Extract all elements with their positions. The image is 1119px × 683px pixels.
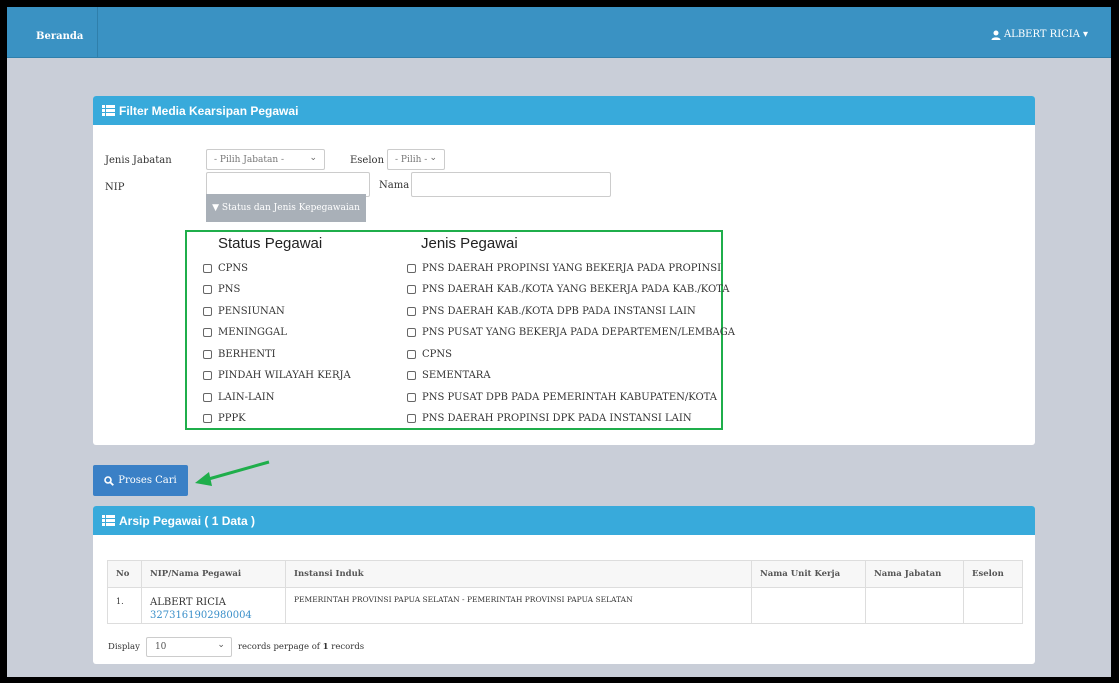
checkbox[interactable] [407, 350, 416, 359]
status-checkbox-berhenti[interactable]: BERHENTI [203, 349, 276, 360]
jenis-jabatan-select[interactable]: - Pilih Jabatan - ⌄ [206, 149, 325, 170]
user-icon [991, 30, 1001, 40]
checkbox[interactable] [203, 414, 212, 423]
checkbox[interactable] [407, 285, 416, 294]
checkbox[interactable] [407, 264, 416, 273]
status-pegawai-heading: Status Pegawai [218, 235, 323, 252]
arsip-panel-title: Arsip Pegawai ( 1 Data ) [119, 513, 256, 528]
arsip-table: No NIP/Nama Pegawai Instansi Induk Nama … [107, 560, 1023, 624]
status-kepegawaian-toggle-button[interactable]: ▼ Status dan Jenis Kepegawaian [206, 194, 366, 222]
jenis-checkbox-1[interactable]: PNS DAERAH PROPINSI YANG BEKERJA PADA PR… [407, 263, 721, 274]
status-checkbox-pns[interactable]: PNS [203, 284, 240, 295]
column-header-instansi-induk[interactable]: Instansi Induk [285, 560, 752, 588]
cell-eselon [963, 587, 1023, 624]
nama-label: Nama [379, 180, 410, 191]
arsip-panel: Arsip Pegawai ( 1 Data ) No NIP/Nama Peg… [93, 506, 1035, 664]
status-checkbox-pppk[interactable]: PPPK [203, 413, 246, 424]
nama-input[interactable] [411, 172, 611, 197]
records-info: records perpage of 1 records [237, 642, 365, 652]
column-header-nip-nama[interactable]: NIP/Nama Pegawai [141, 560, 286, 588]
cell-unit-kerja [751, 587, 866, 624]
chevron-down-icon: ⌄ [309, 153, 317, 163]
jenis-checkbox-7[interactable]: PNS PUSAT DPB PADA PEMERINTAH KABUPATEN/… [407, 392, 717, 403]
jenis-checkbox-5[interactable]: CPNS [407, 349, 452, 360]
checkbox[interactable] [203, 264, 212, 273]
eselon-label: Eselon [350, 155, 385, 166]
records-per-page-select[interactable]: 10 ⌄ [145, 637, 232, 657]
checkbox[interactable] [407, 371, 416, 380]
pagination-display: Display 10 ⌄ records perpage of 1 record… [108, 637, 364, 657]
top-navbar: Beranda ALBERT RICIA ▾ [7, 7, 1111, 58]
nip-label: NIP [105, 182, 125, 193]
search-icon [104, 475, 115, 486]
cell-nip-nama: ALBERT RICIA 3273161902980004 [141, 587, 286, 624]
nav-beranda-link[interactable]: Beranda [36, 31, 83, 42]
eselon-select[interactable]: - Pilih - ⌄ [387, 149, 445, 170]
cell-no: 1. [107, 587, 142, 624]
jenis-checkbox-6[interactable]: SEMENTARA [407, 370, 491, 381]
jenis-checkbox-3[interactable]: PNS DAERAH KAB./KOTA DPB PADA INSTANSI L… [407, 306, 696, 317]
column-header-no[interactable]: No [107, 560, 142, 588]
arsip-panel-header: Arsip Pegawai ( 1 Data ) [93, 506, 1035, 535]
jenis-jabatan-value: - Pilih Jabatan - [214, 154, 285, 165]
checkbox[interactable] [203, 285, 212, 294]
employee-name: ALBERT RICIA [150, 597, 227, 608]
column-header-eselon[interactable]: Eselon [963, 560, 1023, 588]
list-icon [102, 105, 115, 116]
checkbox[interactable] [407, 328, 416, 337]
checkbox[interactable] [203, 371, 212, 380]
jenis-jabatan-label: Jenis Jabatan [105, 155, 172, 166]
status-checkbox-lain-lain[interactable]: LAIN-LAIN [203, 392, 275, 403]
employee-nip-link[interactable]: 3273161902980004 [150, 610, 277, 621]
jenis-checkbox-4[interactable]: PNS PUSAT YANG BEKERJA PADA DEPARTEMEN/L… [407, 327, 735, 338]
checkbox[interactable] [407, 393, 416, 402]
cell-instansi: PEMERINTAH PROVINSI PAPUA SELATAN - PEME… [285, 587, 752, 624]
status-checkbox-pindah-wilayah-kerja[interactable]: PINDAH WILAYAH KERJA [203, 370, 351, 381]
checkbox[interactable] [203, 350, 212, 359]
table-header-row: No NIP/Nama Pegawai Instansi Induk Nama … [107, 560, 1023, 588]
annotation-arrow-icon [195, 460, 270, 486]
status-checkbox-pensiunan[interactable]: PENSIUNAN [203, 306, 285, 317]
filter-panel-header: Filter Media Kearsipan Pegawai [93, 96, 1035, 125]
jenis-pegawai-heading: Jenis Pegawai [421, 235, 518, 252]
checkbox[interactable] [203, 328, 212, 337]
column-header-unit-kerja[interactable]: Nama Unit Kerja [751, 560, 866, 588]
user-name: ALBERT RICIA [1003, 29, 1080, 40]
checkbox[interactable] [203, 393, 212, 402]
table-row: 1. ALBERT RICIA 3273161902980004 PEMERIN… [107, 587, 1023, 624]
list-icon [102, 515, 115, 526]
proses-cari-button[interactable]: Proses Cari [93, 465, 188, 496]
user-menu[interactable]: ALBERT RICIA ▾ [991, 29, 1088, 40]
filter-panel: Filter Media Kearsipan Pegawai Jenis Jab… [93, 96, 1035, 445]
jenis-checkbox-2[interactable]: PNS DAERAH KAB./KOTA YANG BEKERJA PADA K… [407, 284, 730, 295]
status-checkbox-cpns[interactable]: CPNS [203, 263, 248, 274]
filter-panel-title: Filter Media Kearsipan Pegawai [119, 103, 299, 118]
display-label: Display [108, 642, 140, 652]
status-checkbox-meninggal[interactable]: MENINGGAL [203, 327, 287, 338]
eselon-value: - Pilih - [395, 154, 428, 165]
chevron-down-icon: ▾ [1082, 29, 1088, 40]
status-jenis-highlight-box: Status Pegawai Jenis Pegawai CPNS PNS PE… [185, 230, 735, 430]
jenis-checkbox-8[interactable]: PNS DAERAH PROPINSI DPK PADA INSTANSI LA… [407, 413, 692, 424]
chevron-down-icon: ⌄ [217, 640, 225, 650]
nav-divider [97, 7, 98, 57]
cell-jabatan [865, 587, 964, 624]
checkbox[interactable] [407, 307, 416, 316]
checkbox[interactable] [407, 414, 416, 423]
column-header-jabatan[interactable]: Nama Jabatan [865, 560, 964, 588]
checkbox[interactable] [203, 307, 212, 316]
app-window: Beranda ALBERT RICIA ▾ Filter Media Kear… [7, 7, 1111, 677]
chevron-down-icon: ⌄ [429, 153, 437, 163]
